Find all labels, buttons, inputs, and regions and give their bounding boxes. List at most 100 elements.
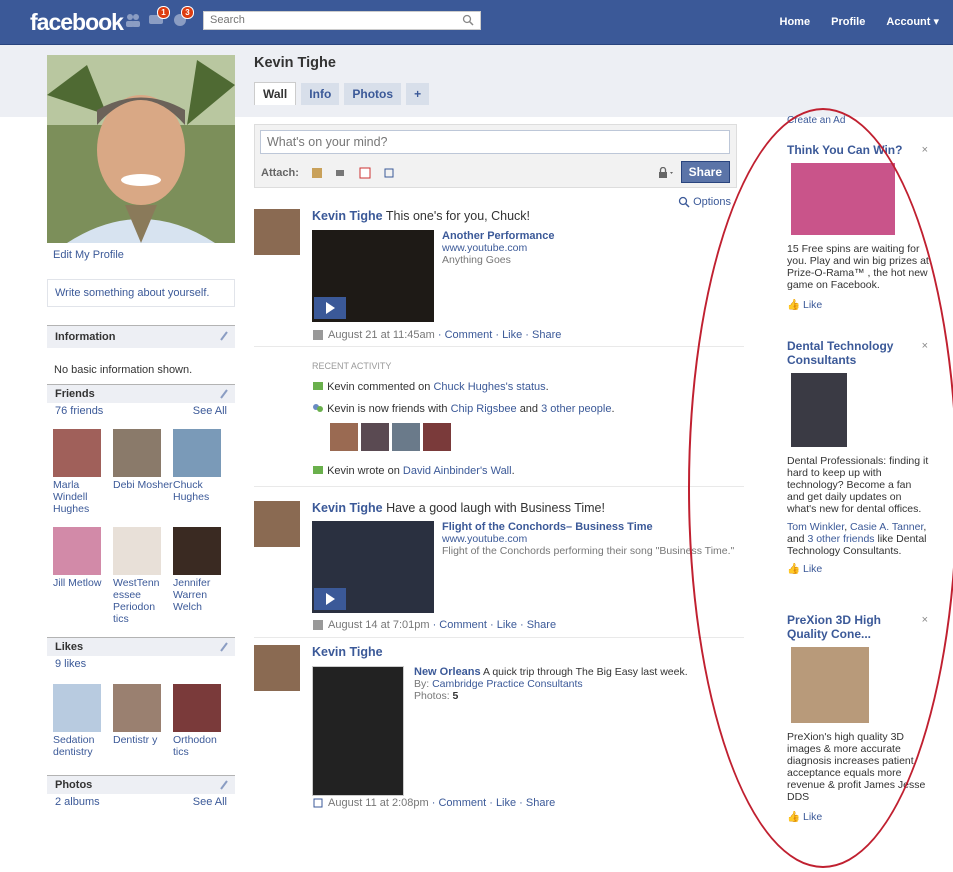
friend-photo[interactable] <box>53 527 101 575</box>
link-icon[interactable] <box>383 167 395 179</box>
video-url[interactable]: www.youtube.com <box>442 533 738 545</box>
write-about-link[interactable]: Write something about yourself. <box>55 287 209 299</box>
story-time[interactable]: August 14 at 7:01pm <box>328 619 430 631</box>
friend-item[interactable]: Debi Mosher <box>113 429 173 515</box>
like-item[interactable]: Dentistr y <box>113 684 173 758</box>
friend-name[interactable]: Chuck Hughes <box>173 479 233 503</box>
like-name[interactable]: Orthodon tics <box>173 734 233 758</box>
friend-thumb[interactable] <box>392 423 421 452</box>
friend-name[interactable]: Debi Mosher <box>113 479 173 491</box>
story-actions[interactable]: · Comment · Like · Share <box>433 619 556 631</box>
activity-link[interactable]: 3 other people <box>541 403 611 415</box>
about-box[interactable]: Write something about yourself. <box>47 279 235 307</box>
social-link[interactable]: Tom Winkler <box>787 521 844 533</box>
friend-thumb[interactable] <box>330 423 358 452</box>
nav-profile[interactable]: Profile <box>831 16 865 28</box>
like-photo[interactable] <box>113 684 161 732</box>
like-item[interactable]: Orthodon tics <box>173 684 233 758</box>
video-thumbnail[interactable] <box>312 521 434 613</box>
story-author[interactable]: Kevin Tighe <box>312 645 383 659</box>
story-avatar[interactable] <box>254 645 300 691</box>
photos-see-all[interactable]: See All <box>193 796 227 808</box>
edit-pencil-icon[interactable] <box>219 641 229 653</box>
tab-photos[interactable]: Photos <box>344 83 402 105</box>
tab-wall[interactable]: Wall <box>254 82 297 105</box>
friend-item[interactable]: Jennifer Warren Welch <box>173 527 233 625</box>
social-link[interactable]: 3 other friends <box>807 533 874 545</box>
friend-thumb[interactable] <box>423 423 452 452</box>
play-icon[interactable] <box>314 588 346 610</box>
photos-title[interactable]: Photos <box>55 779 92 791</box>
close-icon[interactable]: × <box>922 144 928 156</box>
close-icon[interactable]: × <box>922 614 928 626</box>
story-time[interactable]: August 11 at 2:08pm <box>328 797 429 809</box>
story-actions[interactable]: · Comment · Like · Share <box>432 797 555 809</box>
like-photo[interactable] <box>173 684 221 732</box>
photos-count[interactable]: 2 albums <box>55 796 100 808</box>
ad-image[interactable] <box>791 163 895 235</box>
friend-photo[interactable] <box>173 429 221 477</box>
edit-pencil-icon[interactable] <box>219 388 229 400</box>
story-avatar[interactable] <box>254 501 300 547</box>
edit-pencil-icon[interactable] <box>219 779 229 791</box>
edit-pencil-icon[interactable] <box>219 330 229 342</box>
activity-link[interactable]: David Ainbinder's Wall <box>403 465 512 477</box>
video-url[interactable]: www.youtube.com <box>442 242 554 254</box>
activity-link[interactable]: Chip Rigsbee <box>451 403 517 415</box>
tab-add[interactable]: + <box>406 83 430 105</box>
ad-like-link[interactable]: 👍 Like <box>787 299 930 311</box>
story-actions[interactable]: · Comment · Like · Share <box>438 329 561 341</box>
like-name[interactable]: Dentistr y <box>113 734 173 746</box>
ad-title[interactable]: Dental Technology Consultants <box>787 339 907 367</box>
activity-link[interactable]: Chuck Hughes's status <box>433 381 545 393</box>
create-ad-link[interactable]: Create an Ad <box>787 115 930 126</box>
notifications-icon[interactable]: 3 <box>172 6 194 27</box>
search-icon[interactable] <box>462 14 474 26</box>
ad-title[interactable]: Think You Can Win? <box>787 143 930 157</box>
like-item[interactable]: Sedation dentistry <box>53 684 113 758</box>
friend-name[interactable]: Marla Windell Hughes <box>53 479 113 515</box>
friend-name[interactable]: Jill Metlow <box>53 577 113 589</box>
search-box[interactable] <box>203 11 481 30</box>
likes-count[interactable]: 9 likes <box>47 656 235 672</box>
friend-photo[interactable] <box>53 429 101 477</box>
ad-image[interactable] <box>791 647 869 723</box>
like-photo[interactable] <box>53 684 101 732</box>
nav-home[interactable]: Home <box>780 16 811 28</box>
ad-title[interactable]: PreXion 3D High Quality Cone... <box>787 613 897 641</box>
options-link[interactable]: Options <box>678 196 731 208</box>
story-author[interactable]: Kevin Tighe <box>312 209 383 223</box>
status-input[interactable]: What's on your mind? <box>260 130 730 154</box>
story-time[interactable]: August 21 at 11:45am <box>328 329 435 341</box>
friend-photo[interactable] <box>113 429 161 477</box>
album-author-link[interactable]: Cambridge Practice Consultants <box>432 678 583 690</box>
album-cover[interactable] <box>312 666 404 796</box>
event-icon[interactable] <box>359 167 371 179</box>
friend-name[interactable]: Jennifer Warren Welch <box>173 577 233 613</box>
friend-photo[interactable] <box>113 527 161 575</box>
photo-icon[interactable] <box>311 167 323 179</box>
profile-picture[interactable] <box>47 55 235 243</box>
friend-requests-icon[interactable] <box>125 13 141 27</box>
like-name[interactable]: Sedation dentistry <box>53 734 113 758</box>
video-icon[interactable] <box>335 167 347 179</box>
likes-title[interactable]: Likes <box>55 641 83 653</box>
share-button[interactable]: Share <box>680 161 730 183</box>
search-input[interactable] <box>204 12 450 28</box>
video-title[interactable]: Flight of the Conchords– Business Time <box>442 521 738 533</box>
friend-thumb[interactable] <box>361 423 390 452</box>
story-author[interactable]: Kevin Tighe <box>312 501 383 515</box>
friend-item[interactable]: Jill Metlow <box>53 527 113 625</box>
story-avatar[interactable] <box>254 209 300 255</box>
messages-icon[interactable]: 1 <box>148 6 170 27</box>
nav-account[interactable]: Account ▾ <box>886 16 939 28</box>
ad-like-link[interactable]: 👍 Like <box>787 563 930 575</box>
friend-item[interactable]: Chuck Hughes <box>173 429 233 515</box>
friend-item[interactable]: WestTenn essee Periodon tics <box>113 527 173 625</box>
close-icon[interactable]: × <box>922 340 928 352</box>
ad-like-link[interactable]: 👍 Like <box>787 811 930 823</box>
social-link[interactable]: Casie A. Tanner <box>850 521 923 533</box>
friends-count[interactable]: 76 friends <box>55 405 103 417</box>
friend-name[interactable]: WestTenn essee Periodon tics <box>113 577 173 625</box>
friend-photo[interactable] <box>173 527 221 575</box>
